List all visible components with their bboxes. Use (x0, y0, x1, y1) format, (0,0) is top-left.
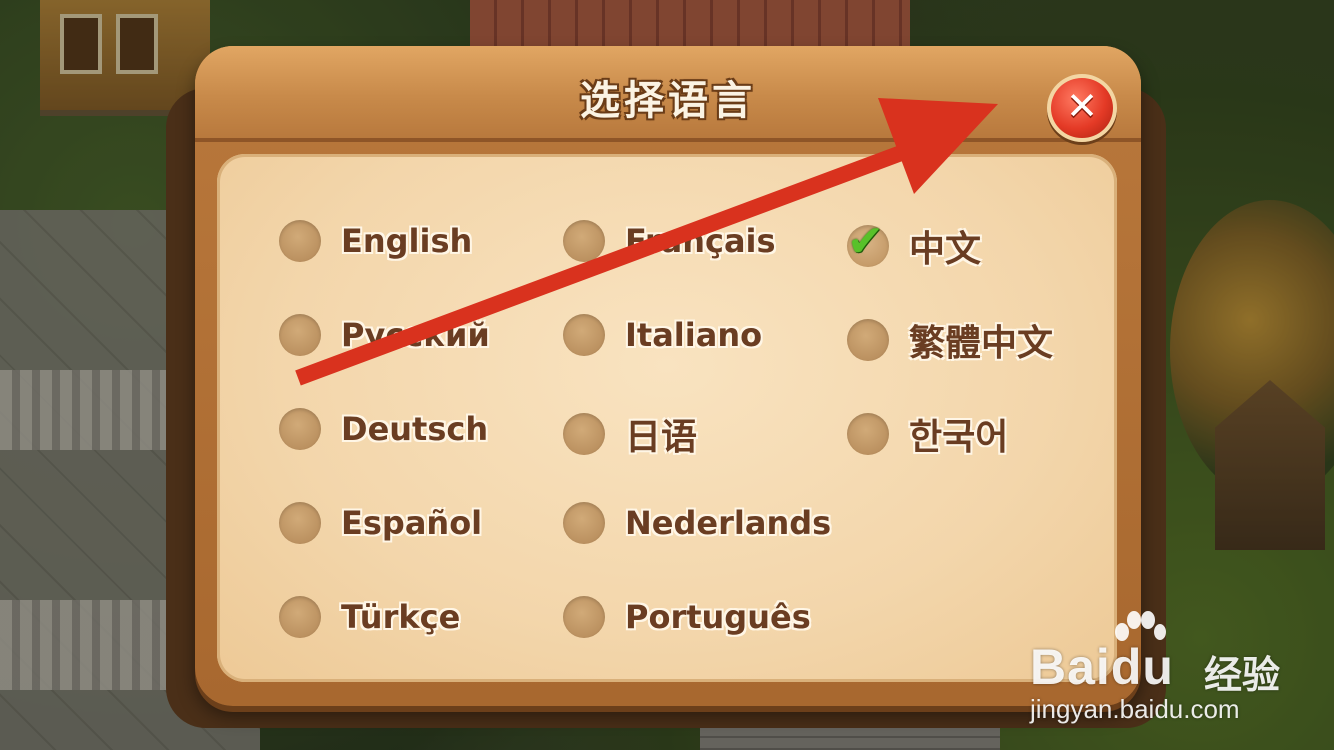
language-dialog: 选择语言 ✕ English Français ✔ 中文 Русский Ita… (195, 46, 1141, 706)
radio-icon (847, 319, 889, 361)
radio-icon (563, 413, 605, 455)
language-option-french[interactable]: Français (563, 220, 776, 262)
language-option-japanese[interactable]: 日语 (563, 408, 697, 460)
radio-icon (847, 413, 889, 455)
radio-icon (563, 596, 605, 638)
close-x-icon: ✕ (1066, 84, 1098, 128)
language-option-chinese[interactable]: ✔ 中文 (847, 217, 982, 272)
language-option-dutch[interactable]: Nederlands (563, 502, 831, 544)
language-label: Nederlands (625, 504, 832, 542)
language-label: Português (625, 598, 811, 636)
language-option-russian[interactable]: Русский (279, 314, 490, 356)
language-option-turkish[interactable]: Türkçe (279, 596, 460, 638)
language-label: Türkçe (341, 598, 461, 636)
language-label: 日语 (625, 417, 698, 458)
radio-icon (279, 314, 321, 356)
language-label: English (341, 222, 473, 260)
language-option-german[interactable]: Deutsch (279, 408, 488, 450)
language-label: Français (625, 222, 776, 260)
radio-icon (563, 314, 605, 356)
language-label: Español (341, 504, 483, 542)
language-label: 繁體中文 (909, 323, 1054, 364)
language-label: Italiano (625, 316, 763, 354)
radio-icon (563, 502, 605, 544)
close-button[interactable]: ✕ (1047, 74, 1117, 142)
radio-checked-icon: ✔ (847, 217, 889, 267)
radio-icon (279, 502, 321, 544)
watermark-suffix: 经验 (1204, 653, 1281, 697)
watermark-brand: Baidu (1030, 639, 1174, 695)
language-option-korean[interactable]: 한국어 (847, 408, 1008, 460)
dialog-header: 选择语言 (195, 46, 1141, 142)
language-label: Русский (341, 316, 490, 354)
language-label: 中文 (909, 229, 982, 270)
radio-icon (279, 596, 321, 638)
language-list: English Français ✔ 中文 Русский Italiano 繁… (217, 154, 1117, 682)
dialog-title: 选择语言 (580, 78, 756, 124)
radio-icon (279, 220, 321, 262)
watermark-url: jingyan.baidu.com (1030, 694, 1240, 724)
language-label: Deutsch (341, 410, 489, 448)
language-option-portuguese[interactable]: Português (563, 596, 811, 638)
radio-icon (279, 408, 321, 450)
language-option-spanish[interactable]: Español (279, 502, 482, 544)
language-option-italian[interactable]: Italiano (563, 314, 762, 356)
language-option-english[interactable]: English (279, 220, 472, 262)
radio-icon (563, 220, 605, 262)
checkmark-icon: ✔ (847, 216, 884, 267)
baidu-watermark: Baidu 经验 jingyan.baidu.com (1030, 610, 1330, 740)
language-label: 한국어 (909, 417, 1009, 458)
language-option-traditional-chinese[interactable]: 繁體中文 (847, 314, 1053, 366)
